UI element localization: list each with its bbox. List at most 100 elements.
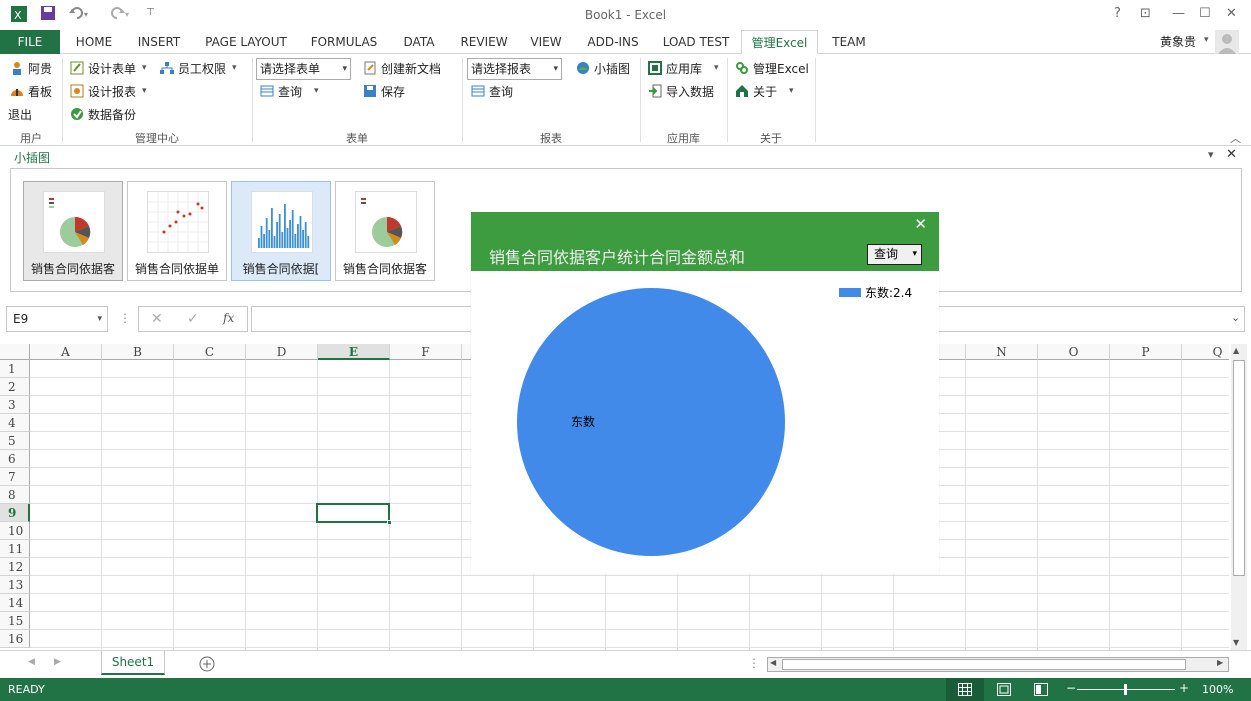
row-header[interactable]: 8 [0,486,30,504]
tab-review[interactable]: REVIEW [452,30,516,54]
popup-close-icon[interactable]: ✕ [914,215,927,233]
design-report-button[interactable]: 设计报表 ▾ [70,81,147,101]
row-header[interactable]: 14 [0,594,30,612]
selected-cell[interactable] [316,503,392,525]
row-header[interactable]: 16 [0,630,30,648]
normal-view-button[interactable] [946,678,984,701]
ribbon-user-logout[interactable]: 退出 [8,104,32,124]
minimize-icon[interactable]: — [1172,6,1185,21]
user-name[interactable]: 黄象贵 [1160,33,1196,50]
row-header[interactable]: 10 [0,522,30,540]
help-button[interactable]: ? [1114,6,1121,21]
insert-function-button[interactable]: fx [223,311,234,325]
tab-team[interactable]: TEAM [824,30,874,54]
sheet-tab-sheet1[interactable]: Sheet1 [101,651,165,675]
mini-chart-button[interactable]: 小插图 [576,58,630,78]
h-scroll-thumb[interactable] [782,659,1186,670]
maximize-icon[interactable]: ☐ [1199,6,1211,21]
column-header[interactable]: C [174,344,246,360]
row-header[interactable]: 11 [0,540,30,558]
expand-formula-icon[interactable]: ⌄ [1231,311,1240,324]
popup-query-button[interactable]: 查询 ▾ [867,244,922,265]
row-header[interactable]: 15 [0,612,30,630]
zoom-in-button[interactable]: + [1179,681,1189,695]
pane-options-icon[interactable]: ▾ [1208,148,1214,161]
form-query-button[interactable]: 查询 ▾ [260,81,319,101]
split-handle-icon[interactable]: ⋮ [748,656,760,670]
column-header[interactable]: O [1038,344,1110,360]
zoom-level[interactable]: 100% [1202,683,1233,696]
column-header[interactable]: F [390,344,462,360]
zoom-slider-thumb[interactable] [1124,684,1127,695]
add-sheet-icon[interactable] [199,656,215,675]
enter-icon[interactable]: ✓ [187,311,199,327]
app-library-button[interactable]: 应用库 ▾ [648,58,719,78]
page-break-view-icon[interactable] [1034,683,1048,696]
tab-view[interactable]: VIEW [522,30,570,54]
tab-data[interactable]: DATA [392,30,446,54]
fill-handle[interactable] [387,520,392,525]
column-header[interactable]: D [246,344,318,360]
scroll-thumb[interactable] [1233,360,1245,576]
collapse-ribbon-icon[interactable]: ︿ [1230,130,1241,146]
ribbon-user-dashboard[interactable]: 看板 [10,81,52,101]
form-select[interactable]: 请选择表单 ▾ [256,58,351,80]
row-header[interactable]: 6 [0,450,30,468]
row-header[interactable]: 1 [0,360,30,378]
tab-load-test[interactable]: LOAD TEST [656,30,736,54]
name-box[interactable]: E9 ▾ [6,306,108,332]
column-header[interactable]: Q [1182,344,1229,360]
save-form-button[interactable]: 保存 [363,81,405,101]
new-document-button[interactable]: 创建新文档 [363,58,441,78]
row-header[interactable]: 5 [0,432,30,450]
drag-handle-icon[interactable]: ⋮ [119,311,131,325]
row-header[interactable]: 3 [0,396,30,414]
scroll-up-icon[interactable]: ▲ [1233,346,1239,355]
thumbnail-1[interactable]: 销售合同依据客 [23,181,123,281]
ribbon-user-agui[interactable]: 阿贵 [10,58,52,78]
vertical-scrollbar[interactable]: ▲ ▼ [1231,344,1247,650]
scroll-right-icon[interactable]: ▶ [1217,658,1223,667]
next-sheet-icon[interactable]: ▶ [54,657,61,667]
tab-formulas[interactable]: FORMULAS [302,30,386,54]
tab-home[interactable]: HOME [66,30,122,54]
row-header[interactable]: 7 [0,468,30,486]
import-data-button[interactable]: 导入数据 [648,81,714,101]
tab-insert[interactable]: INSERT [128,30,190,54]
data-backup-button[interactable]: 数据备份 [70,104,136,124]
horizontal-scrollbar[interactable]: ◀ ▶ [767,657,1229,672]
row-header[interactable]: 2 [0,378,30,396]
prev-sheet-icon[interactable]: ◀ [28,657,35,667]
column-header[interactable]: E [318,344,390,360]
row-header[interactable]: 9 [0,504,30,522]
scroll-down-icon[interactable]: ▼ [1233,638,1239,647]
row-header[interactable]: 4 [0,414,30,432]
zoom-out-button[interactable]: − [1066,681,1076,695]
tab-add-ins[interactable]: ADD-INS [576,30,650,54]
report-select[interactable]: 请选择报表 ▾ [467,58,562,80]
row-header[interactable]: 12 [0,558,30,576]
column-header[interactable]: A [30,344,102,360]
column-header[interactable]: B [102,344,174,360]
user-caret-icon[interactable]: ▾ [1204,35,1209,45]
thumbnail-4[interactable]: 销售合同依据客 [335,181,435,281]
pie-slice[interactable] [517,288,785,556]
tab-manage-excel[interactable]: 管理Excel [741,30,818,55]
ribbon-display-icon[interactable]: ⊡ [1140,6,1151,21]
column-header[interactable]: P [1110,344,1182,360]
tab-file[interactable]: FILE [0,30,60,54]
manage-excel-button[interactable]: 管理Excel [735,58,809,78]
report-query-button[interactable]: 查询 [471,81,513,101]
cancel-icon[interactable]: ✕ [151,311,163,327]
about-button[interactable]: 关于 ▾ [735,81,794,101]
select-all-corner[interactable] [0,344,30,360]
avatar[interactable] [1215,30,1239,57]
column-header[interactable]: N [966,344,1038,360]
thumbnail-2[interactable]: 销售合同依据单 [127,181,227,281]
page-layout-view-icon[interactable] [997,683,1011,696]
employee-permission-button[interactable]: 员工权限 ▾ [160,58,237,78]
scroll-left-icon[interactable]: ◀ [770,658,776,667]
row-header[interactable]: 13 [0,576,30,594]
design-form-button[interactable]: 设计表单 ▾ [70,58,147,78]
tab-page-layout[interactable]: PAGE LAYOUT [196,30,296,54]
